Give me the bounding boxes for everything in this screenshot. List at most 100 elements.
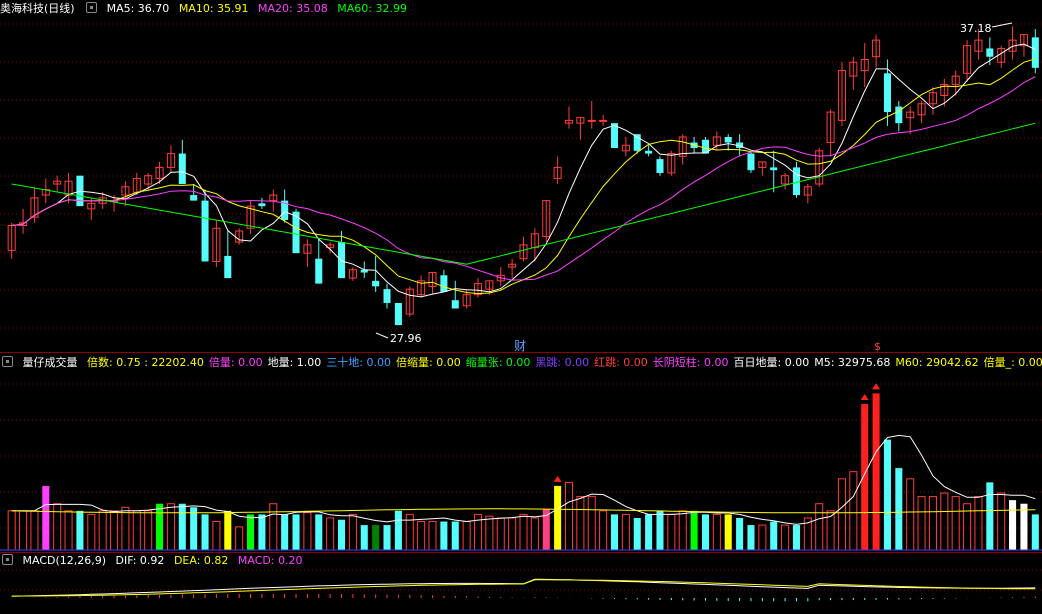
volume-bar	[417, 521, 426, 551]
volume-bar	[906, 478, 915, 551]
volume-title: 量仔成交量	[22, 356, 78, 369]
volume-param-4: 倍缩量: 0.00	[396, 356, 461, 369]
volume-bar	[917, 496, 926, 551]
volume-bar	[747, 525, 755, 550]
panel-dropdown-icon[interactable]	[86, 2, 98, 13]
volume-bar	[258, 514, 266, 550]
volume-bar	[281, 514, 289, 550]
volume-bar	[1020, 503, 1028, 550]
candle-down	[394, 302, 402, 326]
volume-bar	[997, 492, 1006, 551]
volume-bar	[212, 521, 221, 551]
candle-down	[315, 258, 323, 284]
candle-down	[337, 242, 346, 279]
volume-param-6: 黑跳: 0.00	[535, 356, 590, 369]
candle-down	[178, 153, 186, 184]
volume-param-12: 倍量_: 0.00	[983, 356, 1042, 369]
volume-bar	[861, 404, 869, 550]
ma60-label: MA60: 32.99	[337, 2, 407, 15]
volume-up-arrow-icon	[872, 383, 881, 390]
volume-bar	[42, 485, 50, 550]
candle-down	[201, 200, 209, 262]
candle-down	[656, 159, 664, 173]
volume-bar	[428, 521, 437, 551]
price-panel-header: 奥海科技(日线) MA5: 36.70 MA10: 35.91 MA20: 35…	[0, 0, 413, 18]
volume-bar	[326, 517, 335, 551]
candle-up	[599, 119, 608, 122]
volume-up-arrow-icon	[860, 394, 869, 401]
candle-down	[224, 255, 232, 279]
volume-bar	[315, 514, 323, 550]
volume-bar	[974, 496, 983, 551]
panel-divider[interactable]	[0, 352, 1042, 353]
volume-bar	[621, 513, 630, 551]
volume-bar	[235, 526, 244, 551]
candle-down	[258, 203, 266, 207]
volume-bar	[645, 514, 653, 550]
dif-label: DIF: 0.92	[115, 554, 165, 567]
volume-param-3: 三十地: 0.00	[326, 356, 391, 369]
candle-down	[190, 195, 198, 201]
volume-bar	[7, 510, 16, 551]
volume-bar	[121, 506, 130, 551]
volume-bar	[633, 517, 641, 550]
candle-down	[372, 280, 380, 287]
candle-down	[792, 167, 800, 196]
candle-down	[883, 73, 891, 113]
candle-down	[440, 275, 448, 292]
volume-bar	[576, 496, 585, 551]
ma10-label: MA10: 35.91	[178, 2, 249, 15]
volume-bar	[303, 512, 312, 551]
candle-down	[1031, 37, 1039, 68]
ma20-label: MA20: 35.08	[258, 2, 328, 15]
volume-bar	[132, 510, 141, 551]
volume-panel-header: 量仔成交量 倍数: 0.75 : 22202.40 倍量: 0.00 地量: 1.0…	[0, 354, 1042, 372]
volume-bar	[508, 517, 517, 551]
volume-bar	[87, 513, 96, 551]
volume-param-10: M5: 32975.68	[814, 356, 891, 369]
candle-down	[451, 300, 459, 309]
candle-down	[724, 136, 732, 143]
volume-bar	[837, 478, 846, 551]
low-price-pointer	[375, 332, 389, 339]
volume-param-9: 百日地量: 0.00	[733, 356, 810, 369]
volume-dropdown-icon[interactable]	[2, 356, 13, 367]
volume-bar	[496, 517, 505, 551]
candle-down	[747, 153, 755, 171]
volume-bar	[849, 471, 858, 551]
volume-bar	[360, 525, 368, 550]
volume-bar	[98, 510, 107, 551]
volume-bar	[247, 514, 255, 550]
volume-bar	[883, 439, 891, 550]
volume-param-5: 缩量张: 0.00	[465, 356, 531, 369]
volume-param-1: 倍量: 0.00	[208, 356, 263, 369]
volume-bar	[144, 510, 153, 551]
volume-bar	[462, 521, 471, 551]
macd-title: MACD(12,26,9)	[22, 554, 107, 567]
volume-param-8: 长阴短柱: 0.00	[652, 356, 729, 369]
candle-down	[986, 48, 994, 57]
volume-bar	[201, 514, 209, 550]
volume-bar	[530, 517, 539, 551]
volume-param-2: 地量: 1.00	[267, 356, 322, 369]
volume-up-arrow-icon	[553, 475, 562, 482]
macd-dea-line	[11, 579, 1036, 597]
macd-value-label: MACD: 0.20	[237, 554, 303, 567]
volume-bar	[1031, 514, 1039, 550]
macd-dropdown-icon[interactable]	[2, 554, 13, 565]
chart-canvas[interactable]: 37.1827.96财 $	[0, 0, 1042, 614]
volume-bar	[156, 503, 164, 550]
volume-param-7: 红跳: 0.00	[594, 356, 648, 369]
volume-bar	[30, 510, 39, 551]
volume-bar	[872, 393, 880, 550]
volume-bar	[928, 496, 937, 551]
dea-label: DEA: 0.82	[173, 554, 229, 567]
volume-bar	[166, 503, 175, 551]
candle-down	[770, 167, 778, 171]
volume-bar	[736, 517, 744, 550]
volume-bar	[76, 510, 84, 550]
volume-bar	[269, 503, 278, 551]
volume-bar	[690, 510, 698, 550]
volume-bar	[519, 513, 528, 551]
volume-bar	[451, 521, 459, 550]
